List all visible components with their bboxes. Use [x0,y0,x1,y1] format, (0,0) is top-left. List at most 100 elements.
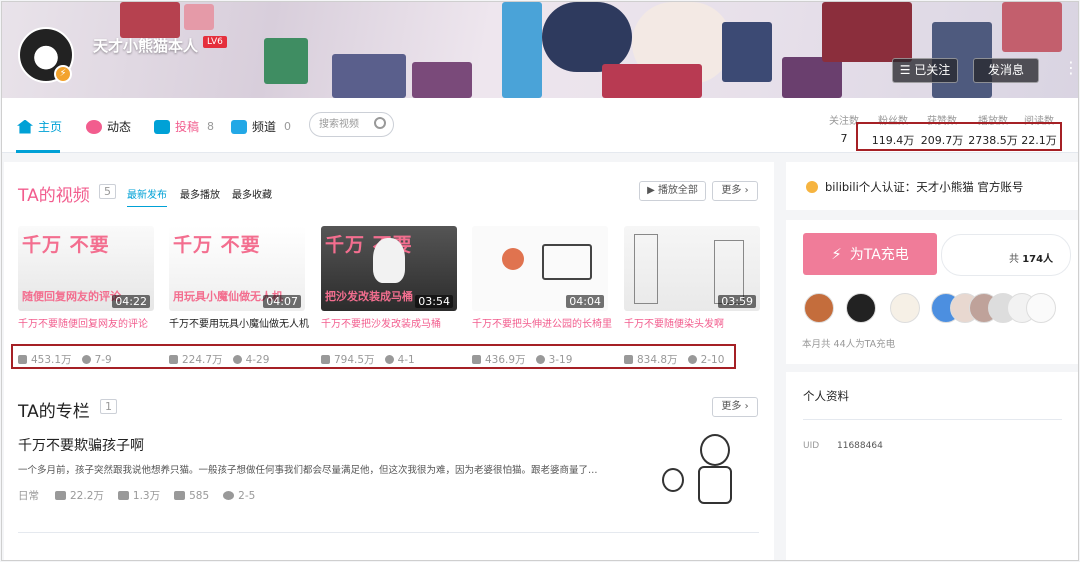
search-icon[interactable] [374,117,386,129]
avatar[interactable] [890,293,920,323]
column-more-button[interactable]: 更多 › [712,397,758,417]
video-thumbnail[interactable]: 03:59 [624,226,760,311]
highlight-box-stats [856,122,1062,151]
tab-home[interactable]: 主页 [17,118,62,135]
column-section-title: TA的专栏 [18,402,90,422]
charge-total: 共 174人 [1009,250,1053,265]
upload-icon [154,119,170,134]
toilet-thumbnail-art [373,238,405,283]
avatar[interactable] [846,293,876,323]
play-all-label: 播放全部 [657,185,698,196]
banner-gift-decoration [722,22,772,82]
avatar[interactable] [1026,293,1056,323]
charge-total-prefix: 共 [1009,254,1019,265]
banner-gift-decoration [602,64,702,98]
uid-value: 11688464 [837,441,883,451]
divider [803,419,1062,420]
play-icon: ▶ [647,185,658,196]
charge-summary: 本月共 44人为TA充电 [802,339,896,350]
play-all-button[interactable]: ▶ 播放全部 [639,181,706,201]
video-thumbnail[interactable]: 千万 不要 把沙发改装成马桶 03:54 [321,226,457,311]
sketch-thumbnail-art [502,248,524,270]
video-title[interactable]: 千万不要把头伸进公园的长椅里 [472,318,612,346]
username: 天才小熊猫本人 [93,37,199,55]
tab-channels[interactable]: 频道 0 [231,118,291,135]
charge-button[interactable]: ⚡ 为TA充电 [803,233,937,275]
lightning-icon: ⚡ [831,245,842,263]
more-label: 更多 [721,401,742,412]
level-badge: LV6 [203,36,227,48]
video-title[interactable]: 千万不要把沙发改装成马桶 [321,318,461,346]
article-likes: 1.3万 [132,490,161,502]
banner-gift-decoration [332,54,406,98]
videos-more-button[interactable]: 更多 › [712,181,758,201]
page-frame: ⚡ 天才小熊猫本人 LV6 ☰ 已关注 发消息 ⋮ 主页 动态 投稿 8 频道 … [1,1,1079,561]
sketch-head-art [700,434,730,466]
verified-icon [806,181,818,193]
message-button[interactable]: 发消息 [973,58,1039,83]
tab-activity-label: 动态 [107,120,132,134]
channel-icon [231,119,247,134]
thumbs-up-icon [117,491,129,500]
article-cover-image[interactable] [658,432,760,510]
sort-most-played[interactable]: 最多播放 [180,186,220,201]
verification-card: bilibili个人认证：天才小熊猫 官方账号 [786,162,1078,210]
search-placeholder: 搜索视频 [319,119,359,130]
avatar[interactable] [804,293,834,323]
tab-channels-count: 0 [284,120,292,133]
building-thumbnail-art [634,234,658,304]
video-title[interactable]: 千万不要用玩具小魔仙做无人机 [169,318,309,346]
banner-gift-decoration [412,62,472,98]
article-views: 22.2万 [70,490,104,502]
charge-card: ⚡ 为TA充电 共 174人 本月共 44人为TA充电 [786,220,1078,364]
banner-gift-decoration [120,2,180,38]
activity-icon [86,119,102,134]
follow-button[interactable]: ☰ 已关注 [892,58,958,83]
article-comments: 585 [189,489,210,502]
sketch-child-art [662,468,684,492]
verification-text: bilibili个人认证：天才小熊猫 官方账号 [825,180,1024,194]
video-thumbnail[interactable]: 千万 不要 用玩具小魔仙做无人机 04:07 [169,226,305,311]
uid-label: UID [803,441,820,451]
thumbnail-caption: 千万 不要 [22,234,110,256]
video-title[interactable]: 千万不要随便回复网友的评论 [18,318,158,346]
verified-badge-icon: ⚡ [54,65,72,83]
banner-gift-decoration [822,2,912,62]
tab-activity[interactable]: 动态 [86,118,131,135]
sketch-body-art [698,466,732,504]
thumbnail-subcaption: 随便回复网友的评论 [22,290,121,303]
tab-uploads-count: 8 [207,120,215,133]
article-title[interactable]: 千万不要欺骗孩子啊 [18,435,144,455]
video-duration: 04:22 [112,295,150,308]
sort-latest[interactable]: 最新发布 [127,186,167,207]
tab-home-label: 主页 [38,120,63,134]
sort-most-favorited[interactable]: 最多收藏 [232,186,272,201]
video-thumbnail[interactable]: 04:04 [472,226,608,311]
video-title[interactable]: 千万不要随便染头发啊 [624,318,764,346]
tab-uploads[interactable]: 投稿 8 [154,118,214,135]
search-input[interactable]: 搜索视频 [309,112,394,137]
list-icon: ☰ [899,63,915,77]
banner-character-bear [542,2,632,72]
banner-gift-decoration [782,57,842,98]
videos-count: 5 [99,184,116,199]
article-category[interactable]: 日常 [18,488,39,503]
video-duration: 03:54 [415,295,453,308]
kebab-vertical-icon[interactable]: ⋮ [1063,58,1078,77]
charge-button-label: 为TA充电 [849,247,909,263]
bench-thumbnail-art [542,244,592,280]
video-thumbnail[interactable]: 千万 不要 随便回复网友的评论 04:22 [18,226,154,311]
thumbnail-caption: 千万 不要 [173,234,261,256]
profile-info-card: 个人资料 UID 11688464 [786,372,1078,560]
tab-uploads-label: 投稿 [175,120,200,134]
highlight-box-video-stats [11,344,736,369]
banner-gift-decoration [184,4,214,30]
column-count: 1 [100,399,117,414]
more-label: 更多 [721,185,742,196]
charge-total-value: 174人 [1022,254,1054,265]
comment-icon [174,491,186,500]
video-duration: 03:59 [718,295,756,308]
eye-icon [55,491,66,500]
profile-banner: ⚡ 天才小熊猫本人 LV6 ☰ 已关注 发消息 ⋮ [2,2,1078,98]
clock-icon [223,491,235,500]
